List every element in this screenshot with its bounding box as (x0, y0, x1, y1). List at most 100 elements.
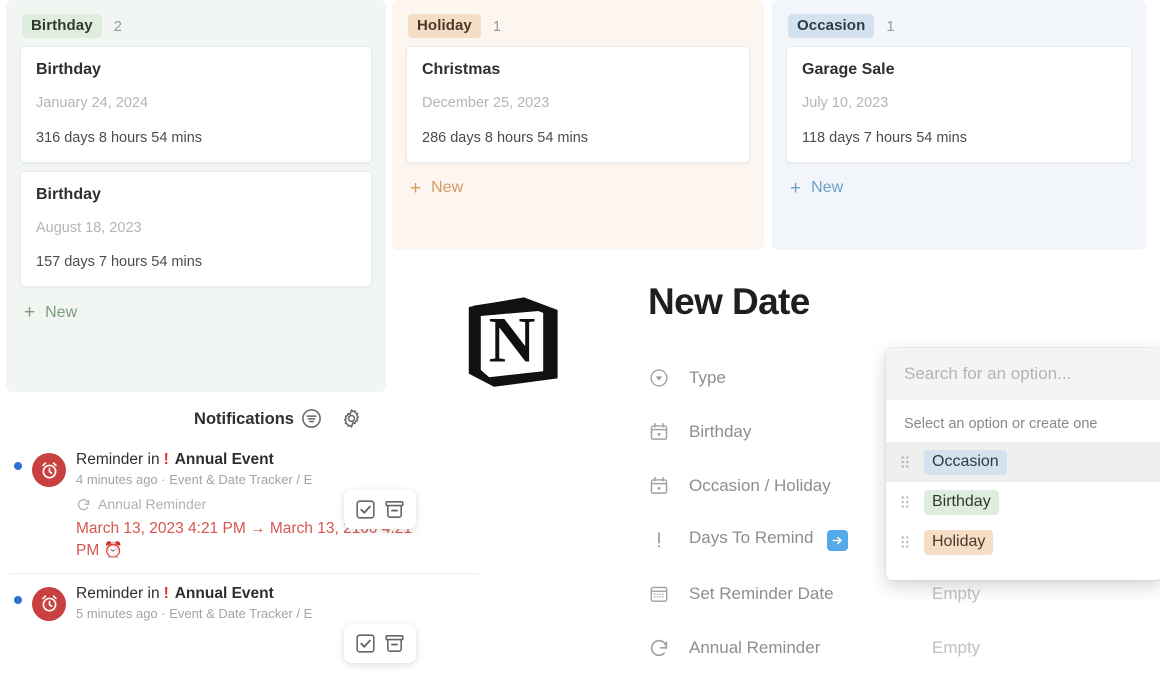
property-label: Days To Remind (689, 528, 848, 551)
notification-meta: 4 minutes ago · Event & Date Tracker / E (76, 472, 488, 487)
mark-done-icon[interactable] (353, 497, 378, 522)
notification-actions (344, 490, 416, 529)
svg-text:N: N (489, 305, 536, 377)
dropdown-option-occasion[interactable]: Occasion (886, 442, 1160, 482)
dropdown-option-holiday[interactable]: Holiday (886, 522, 1160, 562)
kanban-board: Birthday 2 Birthday January 24, 2024 316… (0, 0, 1160, 250)
column-label-occasion: Occasion (788, 14, 874, 38)
drag-handle-icon[interactable] (898, 454, 912, 470)
dropdown-option-label: Holiday (924, 530, 993, 555)
property-value: Empty (932, 584, 1160, 604)
new-card-label: New (431, 179, 463, 197)
notification-reminder-label: Annual Reminder (98, 496, 206, 512)
card[interactable]: Garage Sale July 10, 2023 118 days 7 hou… (786, 46, 1132, 162)
new-card-button-holiday[interactable]: + New (392, 171, 764, 208)
card-title: Birthday (36, 185, 356, 206)
exclamation-icon (648, 529, 670, 551)
property-label: Set Reminder Date (689, 584, 834, 604)
new-card-label: New (811, 179, 843, 197)
alarm-clock-icon (32, 453, 66, 487)
arrow-right-badge-icon (827, 530, 848, 551)
dropdown-option-label: Occasion (924, 450, 1007, 475)
new-card-label: New (45, 304, 77, 322)
property-label: Type (689, 368, 726, 388)
card-countdown: 286 days 8 hours 54 mins (422, 129, 734, 148)
gear-icon[interactable] (340, 407, 363, 430)
card[interactable]: Birthday August 18, 2023 157 days 7 hour… (20, 171, 372, 287)
dropdown-option-label: Birthday (924, 490, 999, 515)
archive-icon[interactable] (382, 497, 407, 522)
mark-done-icon[interactable] (353, 631, 378, 656)
alarm-clock-icon (32, 587, 66, 621)
column-count-birthday: 2 (114, 18, 122, 35)
notification-subject: Annual Event (175, 585, 274, 602)
card-date: December 25, 2023 (422, 94, 734, 113)
exclamation-icon: ! (164, 585, 169, 602)
card[interactable]: Christmas December 25, 2023 286 days 8 h… (406, 46, 750, 162)
select-dropdown-icon (648, 367, 670, 389)
column-count-occasion: 1 (886, 18, 894, 35)
drag-handle-icon[interactable] (898, 534, 912, 550)
notification-prefix: Reminder in (76, 585, 160, 602)
card-countdown: 157 days 7 hours 54 mins (36, 253, 356, 272)
calendar-icon (648, 421, 670, 443)
unread-dot (14, 462, 22, 470)
page-title: New Date (648, 282, 1160, 323)
column-header-holiday: Holiday 1 (392, 0, 764, 46)
notifications-header: Notifications (0, 398, 488, 440)
exclamation-icon: ! (164, 451, 169, 468)
property-label-text: Days To Remind (689, 528, 813, 547)
notification-item[interactable]: Reminder in!Annual Event 4 minutes ago ·… (0, 440, 488, 573)
dropdown-hint: Select an option or create one (886, 400, 1160, 442)
calendar-icon (648, 475, 670, 497)
notifications-title: Notifications (194, 410, 294, 429)
notification-prefix: Reminder in (76, 451, 160, 468)
card-date: August 18, 2023 (36, 219, 356, 238)
column-count-holiday: 1 (493, 18, 501, 35)
card-countdown: 316 days 8 hours 54 mins (36, 129, 356, 148)
property-row-annual-reminder[interactable]: Annual Reminder Empty (648, 621, 1160, 675)
property-label: Occasion / Holiday (689, 476, 831, 496)
select-option-dropdown: Select an option or create one Occasion … (886, 348, 1160, 580)
notification-headline: Reminder in! Annual Event (76, 585, 488, 603)
notification-headline: Reminder in!Annual Event (76, 451, 488, 469)
notification-actions (344, 624, 416, 663)
card-countdown: 118 days 7 hours 54 mins (802, 129, 1116, 148)
unread-dot (14, 596, 22, 604)
notion-logo-icon: N (452, 280, 572, 400)
dropdown-search-row (886, 348, 1160, 400)
dropdown-option-birthday[interactable]: Birthday (886, 482, 1160, 522)
app-screenshot: Birthday 2 Birthday January 24, 2024 316… (0, 0, 1160, 679)
property-label: Annual Reminder (689, 638, 820, 658)
alarm-glyph-icon: ⏰ (104, 542, 123, 559)
board-column-occasion: Occasion 1 Garage Sale July 10, 2023 118… (772, 0, 1146, 250)
repeat-icon (648, 637, 670, 659)
plus-icon: + (24, 303, 35, 322)
card-title: Garage Sale (802, 60, 1116, 81)
date-icon (648, 583, 670, 605)
notification-reminder-tag: Annual Reminder (76, 496, 488, 512)
archive-icon[interactable] (382, 631, 407, 656)
property-label: Birthday (689, 422, 751, 442)
repeat-icon (76, 497, 91, 512)
board-column-birthday: Birthday 2 Birthday January 24, 2024 316… (6, 0, 386, 392)
card-date: July 10, 2023 (802, 94, 1116, 113)
filter-icon[interactable] (300, 407, 323, 430)
drag-handle-icon[interactable] (898, 494, 912, 510)
plus-icon: + (790, 179, 801, 198)
column-header-birthday: Birthday 2 (6, 0, 386, 46)
notification-item[interactable]: Reminder in!Annual Event 5 minutes ago ·… (0, 574, 488, 631)
column-label-birthday: Birthday (22, 14, 102, 38)
new-card-button-birthday[interactable]: + New (6, 295, 386, 332)
card-title: Christmas (422, 60, 734, 81)
column-label-holiday: Holiday (408, 14, 481, 38)
plus-icon: + (410, 179, 421, 198)
card-title: Birthday (36, 60, 356, 81)
card[interactable]: Birthday January 24, 2024 316 days 8 hou… (20, 46, 372, 162)
card-date: January 24, 2024 (36, 94, 356, 113)
new-card-button-occasion[interactable]: + New (772, 171, 1146, 208)
notifications-panel: Notifications (0, 398, 488, 679)
property-value: Empty (932, 638, 1160, 658)
search-input[interactable] (902, 363, 1146, 385)
board-column-holiday: Holiday 1 Christmas December 25, 2023 28… (392, 0, 764, 250)
